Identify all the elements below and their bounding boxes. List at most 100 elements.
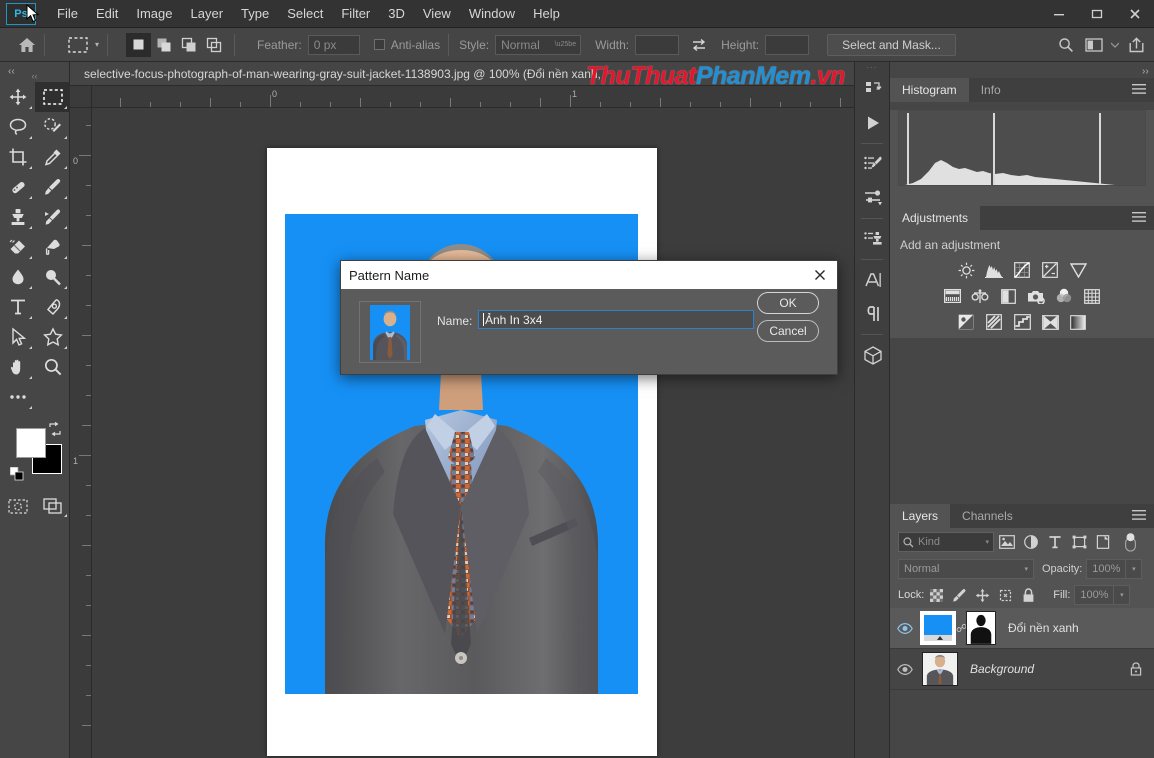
feather-input[interactable]: 0 px — [308, 35, 360, 55]
brush-settings-icon[interactable] — [855, 147, 891, 181]
table-row[interactable]: Background — [890, 649, 1154, 690]
clone-source-icon[interactable] — [855, 222, 891, 256]
foreground-color-swatch[interactable] — [16, 428, 46, 458]
quick-selection-tool[interactable] — [35, 112, 70, 142]
tab-channels[interactable]: Channels — [950, 504, 1025, 528]
canvas-area[interactable] — [92, 108, 854, 758]
table-row[interactable]: ☍ Đổi nền xanh — [890, 608, 1154, 649]
blur-tool[interactable] — [0, 262, 35, 292]
color-lookup-icon[interactable] — [1081, 286, 1103, 306]
gradient-tool[interactable] — [35, 232, 70, 262]
clone-stamp-tool[interactable] — [0, 202, 35, 232]
filter-toggle-icon[interactable] — [1119, 532, 1141, 552]
channel-mixer-icon[interactable] — [1053, 286, 1075, 306]
custom-shape-tool[interactable] — [35, 322, 70, 352]
pattern-name-input[interactable]: Ảnh In 3x4 — [478, 310, 754, 329]
filter-shape-icon[interactable] — [1068, 532, 1090, 552]
zoom-tool[interactable] — [35, 352, 70, 382]
vertical-ruler[interactable]: 0 1 — [70, 108, 92, 758]
layer-name[interactable]: Đổi nền xanh — [1008, 621, 1079, 635]
menu-select[interactable]: Select — [278, 2, 332, 25]
layer-mask-thumbnail[interactable] — [966, 611, 996, 645]
add-to-selection-button[interactable] — [151, 33, 176, 57]
left-collapse-icon[interactable]: ‹‹ — [8, 66, 15, 77]
dodge-tool[interactable] — [35, 262, 70, 292]
panel-menu-icon[interactable] — [1132, 212, 1146, 223]
chevron-down-icon[interactable] — [1108, 28, 1122, 62]
menu-filter[interactable]: Filter — [332, 2, 379, 25]
swap-colors-icon[interactable] — [48, 422, 62, 436]
close-icon[interactable] — [803, 261, 837, 289]
tab-histogram[interactable]: Histogram — [890, 78, 969, 102]
selective-color-icon[interactable] — [1067, 312, 1089, 332]
threshold-icon[interactable] — [1011, 312, 1033, 332]
vibrance-icon[interactable] — [1067, 260, 1089, 280]
hue-saturation-icon[interactable] — [941, 286, 963, 306]
search-icon[interactable] — [1052, 28, 1080, 62]
share-icon[interactable] — [1122, 28, 1150, 62]
layer-lock-icon[interactable] — [1130, 662, 1142, 676]
default-colors-icon[interactable] — [10, 467, 24, 481]
menu-layer[interactable]: Layer — [182, 2, 233, 25]
menu-window[interactable]: Window — [460, 2, 524, 25]
home-icon[interactable] — [18, 37, 36, 53]
screen-mode-icon[interactable] — [35, 492, 70, 520]
spot-healing-brush-tool[interactable] — [0, 172, 35, 202]
menu-3d[interactable]: 3D — [379, 2, 414, 25]
tab-layers[interactable]: Layers — [890, 504, 950, 528]
menu-file[interactable]: File — [48, 2, 87, 25]
pattern-name-dialog[interactable]: Pattern Name — [340, 260, 838, 375]
crop-tool[interactable] — [0, 142, 35, 172]
opacity-stepper-caret[interactable]: ▾ — [1126, 559, 1142, 579]
panel-menu-icon[interactable] — [1132, 510, 1146, 521]
layer-kind-filter[interactable]: Kind ▾ — [898, 532, 994, 552]
panel-menu-icon[interactable] — [1132, 84, 1146, 95]
cancel-button[interactable]: Cancel — [757, 320, 819, 342]
layer-thumbnail[interactable] — [922, 652, 958, 686]
lock-image-icon[interactable] — [949, 585, 970, 605]
gradient-map-icon[interactable] — [1039, 312, 1061, 332]
history-brush-tool[interactable] — [35, 202, 70, 232]
anti-alias-checkbox[interactable] — [374, 39, 385, 50]
minimize-button[interactable] — [1040, 0, 1078, 28]
ok-button[interactable]: OK — [757, 292, 819, 314]
quick-mask-icon[interactable] — [0, 492, 35, 520]
move-tool[interactable] — [0, 82, 35, 112]
layer-visibility-toggle[interactable] — [890, 649, 920, 690]
3d-icon[interactable] — [855, 338, 891, 372]
levels-icon[interactable] — [983, 260, 1005, 280]
swap-width-height-icon[interactable] — [691, 38, 707, 52]
actions-play-icon[interactable] — [855, 106, 891, 140]
height-input[interactable] — [765, 35, 809, 55]
path-selection-tool[interactable] — [0, 322, 35, 352]
filter-pixel-icon[interactable] — [996, 532, 1018, 552]
exposure-icon[interactable] — [1039, 260, 1061, 280]
filter-type-icon[interactable] — [1044, 532, 1066, 552]
layer-visibility-toggle[interactable] — [890, 608, 920, 649]
history-icon[interactable] — [855, 72, 891, 106]
blend-mode-select[interactable]: Normal ▾ — [898, 559, 1034, 579]
fill-input[interactable]: 100% — [1074, 585, 1114, 605]
posterize-icon[interactable] — [983, 312, 1005, 332]
brushes-icon[interactable] — [855, 181, 891, 215]
filter-smart-object-icon[interactable] — [1092, 532, 1114, 552]
color-balance-icon[interactable] — [969, 286, 991, 306]
close-button[interactable] — [1116, 0, 1154, 28]
menu-help[interactable]: Help — [524, 2, 569, 25]
lock-artboard-icon[interactable] — [995, 585, 1016, 605]
new-selection-button[interactable] — [126, 33, 151, 57]
edit-toolbar-button[interactable] — [0, 382, 35, 412]
paragraph-icon[interactable] — [855, 297, 891, 331]
eraser-tool[interactable] — [0, 232, 35, 262]
lock-all-icon[interactable] — [1018, 585, 1039, 605]
layer-thumbnail[interactable] — [920, 611, 956, 645]
pen-tool[interactable] — [35, 292, 70, 322]
lock-transparency-icon[interactable] — [926, 585, 947, 605]
filter-adjustment-icon[interactable] — [1020, 532, 1042, 552]
subtract-from-selection-button[interactable] — [176, 33, 201, 57]
tool-preset-picker[interactable]: ▾ — [67, 35, 99, 55]
maximize-button[interactable] — [1078, 0, 1116, 28]
menu-view[interactable]: View — [414, 2, 460, 25]
hand-tool[interactable] — [0, 352, 35, 382]
black-white-icon[interactable] — [997, 286, 1019, 306]
